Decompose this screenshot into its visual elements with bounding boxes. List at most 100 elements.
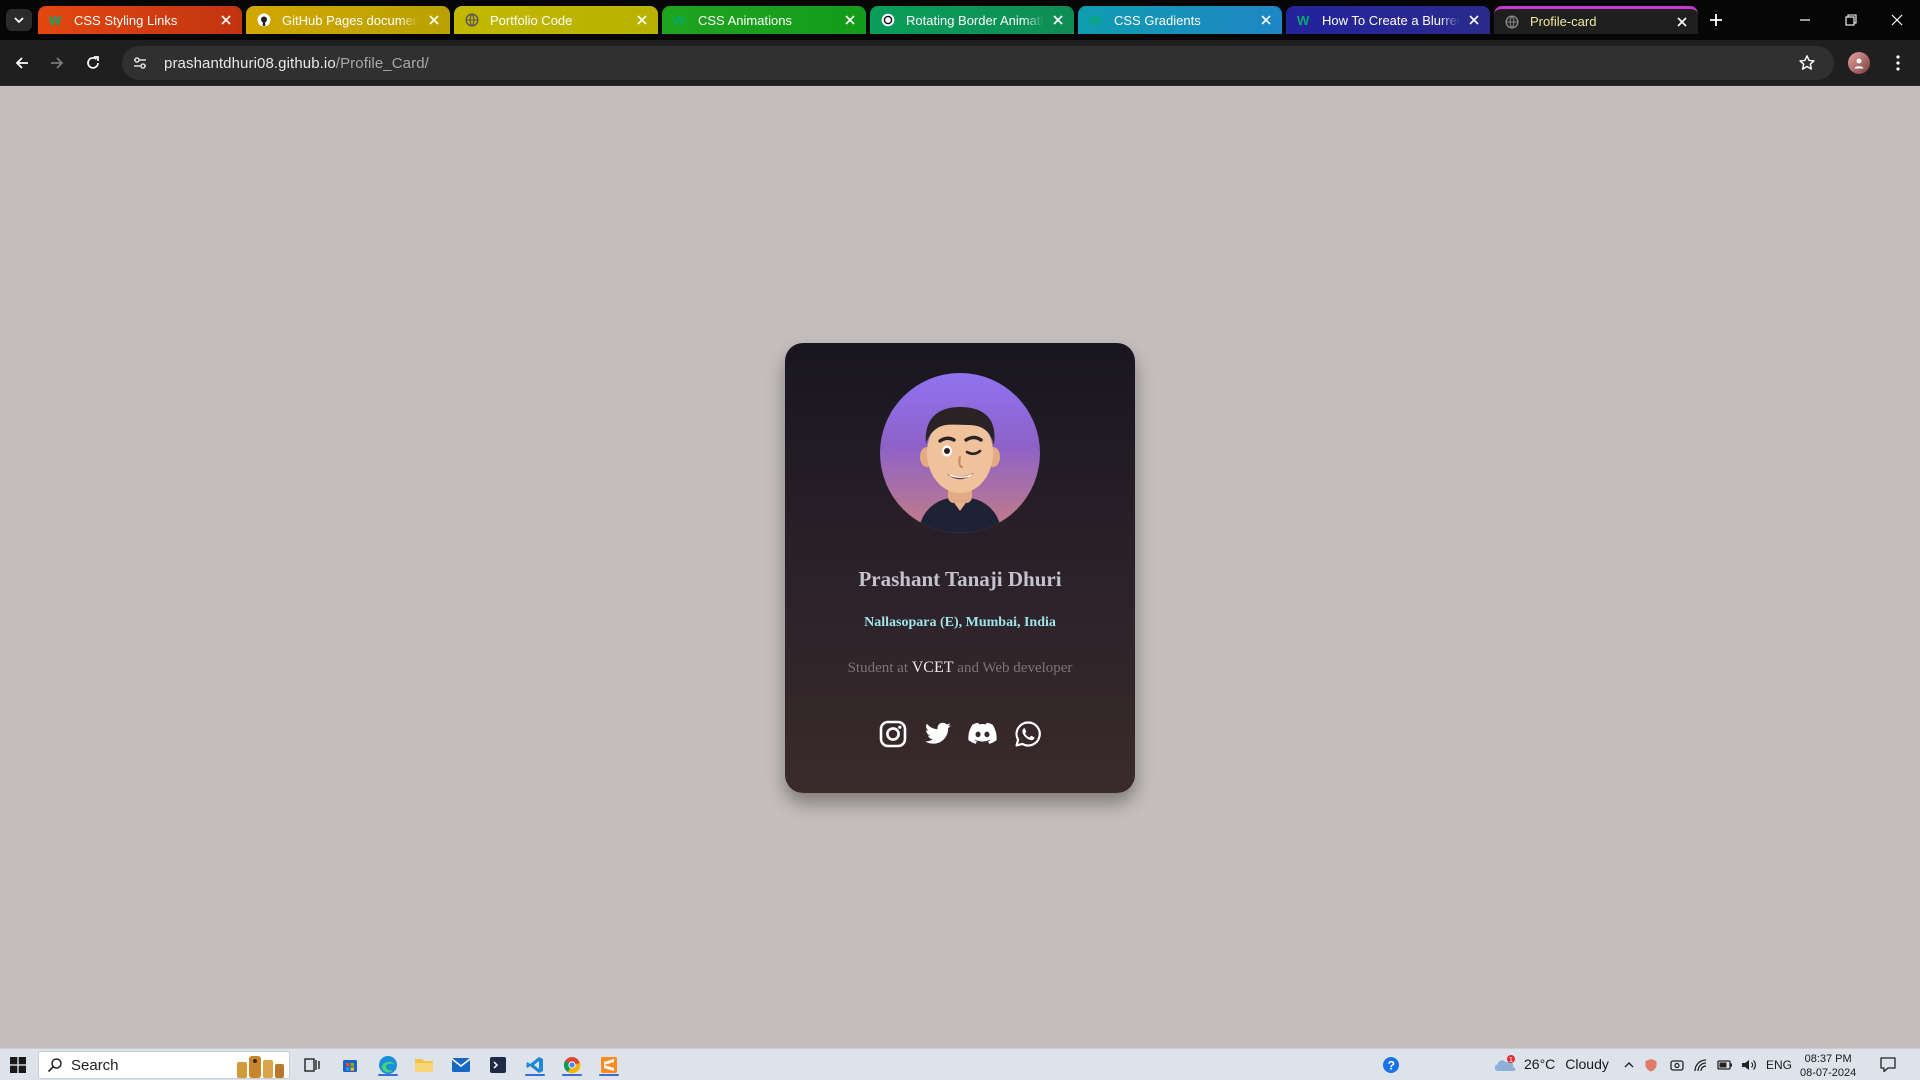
- mail-app-button[interactable]: [449, 1053, 473, 1077]
- profile-avatar-button[interactable]: [1848, 52, 1870, 74]
- battery-icon: [1717, 1060, 1732, 1070]
- globe-icon: [1504, 14, 1520, 30]
- vscode-app-button[interactable]: [523, 1053, 547, 1077]
- tab-title: CSS Styling Links: [74, 12, 178, 28]
- site-info-button[interactable]: [126, 49, 154, 77]
- forward-button[interactable]: [43, 49, 71, 77]
- file-explorer-button[interactable]: [412, 1053, 436, 1077]
- speaker-icon: [1742, 1060, 1756, 1070]
- bio-prefix: Student at: [847, 660, 912, 676]
- tab-title: GitHub Pages documenta: [282, 12, 420, 28]
- close-window-button[interactable]: [1874, 0, 1920, 40]
- globe-icon: [464, 12, 480, 28]
- svg-text:W: W: [1089, 13, 1102, 27]
- network-tray-button[interactable]: [1689, 1053, 1713, 1077]
- terminal-icon: [490, 1057, 506, 1073]
- language-indicator[interactable]: ENG: [1766, 1058, 1792, 1072]
- notifications-button[interactable]: [1876, 1053, 1900, 1077]
- close-icon[interactable]: [1050, 12, 1066, 28]
- w3schools-icon: W: [1088, 12, 1104, 28]
- restore-icon: [1845, 14, 1857, 26]
- search-icon: [47, 1058, 62, 1073]
- tab-title: How To Create a Blurred I: [1322, 12, 1460, 28]
- tab-rotating-border[interactable]: Rotating Border Animatio: [870, 6, 1074, 34]
- edge-app-button[interactable]: [376, 1053, 400, 1077]
- running-indicator: [525, 1074, 545, 1076]
- reload-button[interactable]: [79, 49, 107, 77]
- tray-overflow-button[interactable]: [1617, 1053, 1641, 1077]
- tab-css-animations[interactable]: W CSS Animations: [662, 6, 866, 34]
- browser-toolbar: prashantdhuri08.github.io/Profile_Card/: [0, 40, 1920, 86]
- tab-profile-card[interactable]: Profile-card: [1494, 6, 1698, 34]
- tab-css-styling-links[interactable]: W CSS Styling Links: [38, 6, 242, 34]
- instagram-icon: [879, 720, 906, 747]
- mail-icon: [451, 1058, 471, 1072]
- tab-portfolio-code[interactable]: Portfolio Code: [454, 6, 658, 34]
- sublime-icon: [601, 1057, 617, 1073]
- back-button[interactable]: [8, 49, 36, 77]
- close-icon[interactable]: [842, 12, 858, 28]
- notification-icon: [1880, 1057, 1896, 1073]
- profile-card: Prashant Tanaji Dhuri Nallasopara (E), M…: [785, 343, 1135, 793]
- volume-tray-button[interactable]: [1737, 1053, 1761, 1077]
- bookmark-button[interactable]: [1796, 52, 1818, 74]
- twitter-link[interactable]: [923, 719, 952, 748]
- tab-github-pages[interactable]: GitHub Pages documenta: [246, 6, 450, 34]
- help-button[interactable]: ?: [1379, 1053, 1403, 1077]
- close-icon[interactable]: [1674, 14, 1690, 30]
- profile-name: Prashant Tanaji Dhuri: [858, 567, 1062, 591]
- task-view-button[interactable]: [300, 1053, 324, 1077]
- terminal-app-button[interactable]: [486, 1053, 510, 1077]
- cloud-icon: 1: [1494, 1055, 1516, 1071]
- sublime-app-button[interactable]: [597, 1053, 621, 1077]
- address-bar[interactable]: prashantdhuri08.github.io/Profile_Card/: [122, 46, 1834, 80]
- edge-icon: [379, 1056, 397, 1074]
- windows-icon: [10, 1057, 26, 1073]
- close-icon[interactable]: [218, 12, 234, 28]
- weather-temperature: 26°C: [1524, 1056, 1556, 1072]
- svg-text:?: ?: [1388, 1059, 1395, 1073]
- restore-button[interactable]: [1828, 0, 1874, 40]
- chrome-app-button[interactable]: [560, 1053, 584, 1077]
- tab-search-button[interactable]: [6, 9, 32, 31]
- tab-blurred-image[interactable]: W How To Create a Blurred I: [1286, 6, 1490, 34]
- meet-now-tray-button[interactable]: [1665, 1053, 1689, 1077]
- profile-bio: Student at VCET and Web developer: [785, 659, 1135, 677]
- tab-css-gradients[interactable]: W CSS Gradients: [1078, 6, 1282, 34]
- close-icon[interactable]: [634, 12, 650, 28]
- profile-location: Nallasopara (E), Mumbai, India: [864, 615, 1056, 630]
- minimize-button[interactable]: [1782, 0, 1828, 40]
- store-app-button[interactable]: [338, 1053, 362, 1077]
- star-icon: [1799, 55, 1815, 70]
- battery-tray-button[interactable]: [1713, 1053, 1737, 1077]
- github-icon: [256, 12, 272, 28]
- discord-link[interactable]: [968, 719, 997, 748]
- vscode-icon: [526, 1057, 543, 1073]
- chevron-down-icon: [14, 17, 24, 24]
- close-icon[interactable]: [426, 12, 442, 28]
- folder-icon: [415, 1059, 433, 1072]
- weather-widget[interactable]: 1 26°C Cloudy: [1492, 1054, 1609, 1074]
- close-icon[interactable]: [1466, 12, 1482, 28]
- discord-icon: [968, 722, 997, 744]
- w3schools-icon: W: [48, 12, 64, 28]
- weather-badge: 1: [1509, 1057, 1513, 1064]
- instagram-link[interactable]: [878, 719, 907, 748]
- taskbar-search-box[interactable]: Search: [38, 1051, 290, 1079]
- shield-icon: [1645, 1059, 1657, 1072]
- camera-icon: [1670, 1060, 1684, 1071]
- svg-text:W: W: [49, 13, 62, 27]
- system-clock[interactable]: 08:37 PM 08-07-2024: [1800, 1052, 1856, 1080]
- bio-highlight: VCET: [911, 659, 954, 676]
- whatsapp-link[interactable]: [1013, 719, 1042, 748]
- tab-title: CSS Animations: [698, 12, 792, 28]
- memoji-avatar-image: [918, 407, 1002, 533]
- new-tab-button[interactable]: [1704, 9, 1728, 31]
- url-host: prashantdhuri08.github.io: [164, 54, 336, 72]
- browser-menu-button[interactable]: [1886, 51, 1910, 75]
- minimize-icon: [1800, 19, 1810, 21]
- start-button[interactable]: [6, 1053, 30, 1077]
- security-tray-button[interactable]: [1639, 1053, 1663, 1077]
- more-vertical-icon: [1896, 55, 1900, 71]
- close-icon[interactable]: [1258, 12, 1274, 28]
